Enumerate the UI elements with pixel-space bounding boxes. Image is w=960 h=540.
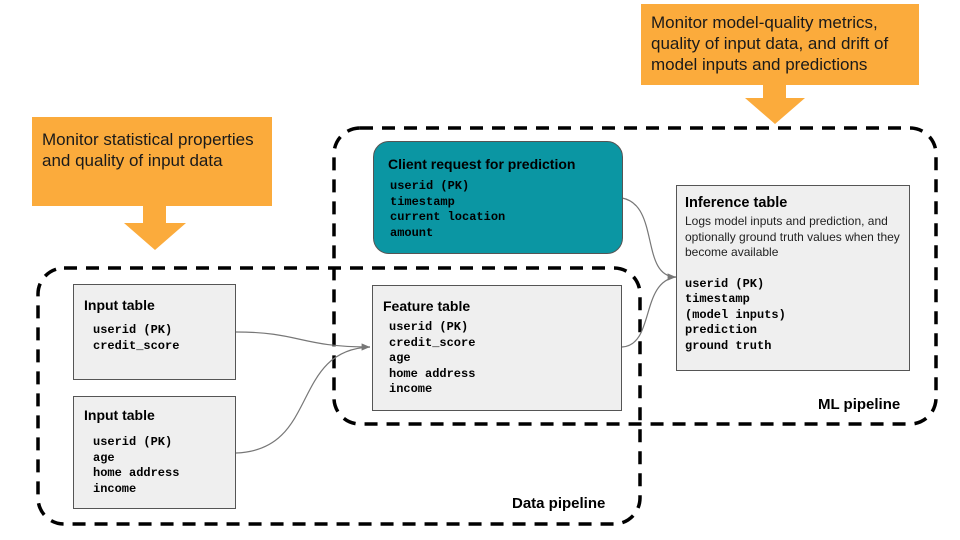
data-monitor-arrow-icon bbox=[124, 205, 186, 250]
connector-feature-to-inference bbox=[621, 276, 677, 348]
feature-table-fields: userid (PK) credit_score age home addres… bbox=[389, 320, 476, 396]
inference-table-fields: userid (PK) timestamp (model inputs) pre… bbox=[685, 276, 786, 353]
ml-monitor-arrow-icon bbox=[745, 84, 805, 124]
input-table-2-box: Input table userid (PK) age home address… bbox=[73, 396, 236, 509]
data-monitor-text: Monitor statistical properties and quali… bbox=[42, 130, 254, 170]
inference-table-title: Inference table bbox=[685, 195, 788, 211]
client-request-title: Client request for prediction bbox=[388, 156, 576, 172]
data-pipeline-label: Data pipeline bbox=[512, 495, 606, 512]
input-table-1-box: Input table userid (PK) credit_score bbox=[73, 284, 236, 380]
client-request-fields: userid (PK) timestamp current location a… bbox=[390, 179, 506, 240]
input-table-2-title: Input table bbox=[84, 407, 155, 423]
feature-table-title: Feature table bbox=[383, 298, 471, 314]
inference-table-box: Inference table Logs model inputs and pr… bbox=[676, 185, 910, 371]
connector-input1-to-feature bbox=[235, 331, 371, 351]
feature-table-box: Feature table userid (PK) credit_score a… bbox=[372, 285, 622, 411]
client-request-box: Client request for prediction userid (PK… bbox=[373, 141, 623, 254]
ml-pipeline-label: ML pipeline bbox=[818, 396, 901, 413]
data-monitor-callout: Monitor statistical properties and quali… bbox=[32, 117, 272, 206]
input-table-2-fields: userid (PK) age home address income bbox=[93, 435, 180, 496]
inference-table-description: Logs model inputs and prediction, and op… bbox=[685, 214, 900, 259]
connector-client-to-inference bbox=[621, 197, 677, 281]
ml-monitor-text: Monitor model-quality metrics, quality o… bbox=[651, 13, 889, 74]
connector-input2-to-feature bbox=[235, 346, 371, 454]
ml-monitor-callout: Monitor model-quality metrics, quality o… bbox=[641, 4, 919, 85]
input-table-1-fields: userid (PK) credit_score bbox=[93, 323, 180, 353]
input-table-1-title: Input table bbox=[84, 297, 155, 313]
